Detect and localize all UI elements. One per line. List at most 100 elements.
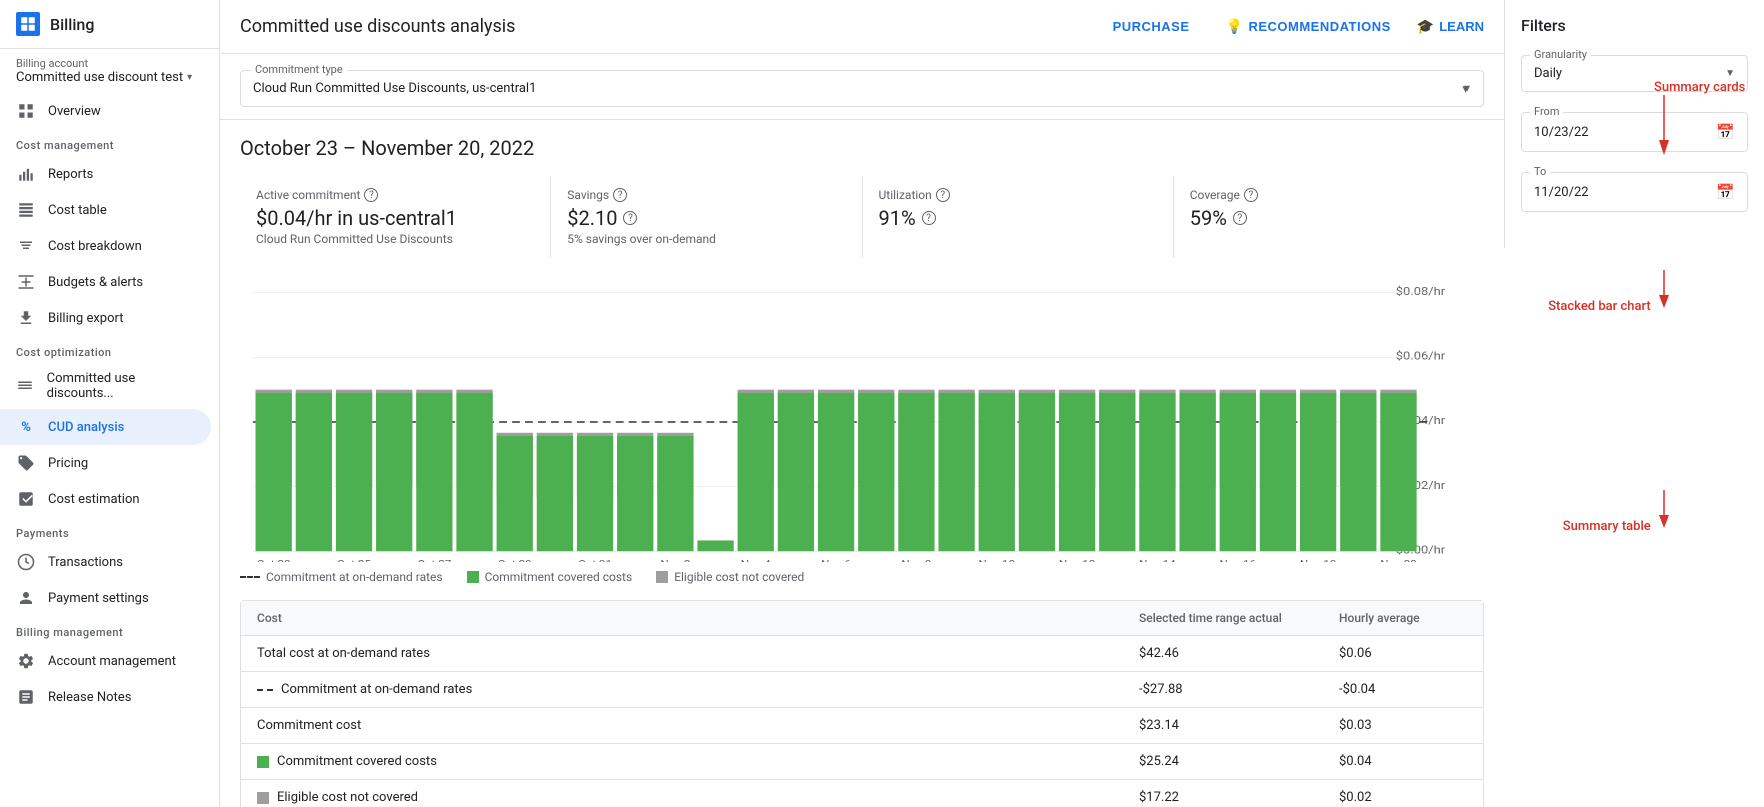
active-commitment-help-icon[interactable]: ? [364, 188, 378, 202]
savings-title: Savings ? [567, 188, 845, 202]
svg-text:$0.06/hr: $0.06/hr [1396, 350, 1445, 363]
row-0-actual: $42.46 [1123, 636, 1323, 671]
payments-label: Payments [0, 517, 219, 544]
to-label: To [1530, 165, 1550, 178]
billing-account-dropdown-icon: ▾ [187, 72, 192, 83]
sidebar-release-notes-label: Release Notes [48, 690, 131, 705]
purchase-button[interactable]: PURCHASE [1103, 13, 1200, 40]
utilization-title: Utilization ? [879, 188, 1157, 202]
coverage-title: Coverage ? [1190, 188, 1468, 202]
svg-text:Oct 31: Oct 31 [578, 558, 612, 562]
svg-text:Oct 23: Oct 23 [257, 558, 291, 562]
active-commitment-sub: Cloud Run Committed Use Discounts [256, 232, 534, 246]
sidebar-item-release-notes[interactable]: Release Notes [0, 679, 211, 715]
col-actual: Selected time range actual [1123, 601, 1323, 635]
committed-use-icon [16, 376, 35, 396]
filters-title: Filters [1521, 16, 1748, 35]
pricing-icon [16, 453, 36, 473]
row-4-hourly: $0.02 [1323, 780, 1483, 807]
legend-commitment-label: Commitment at on-demand rates [266, 570, 443, 584]
legend-green-label: Commitment covered costs [485, 570, 633, 584]
utilization-value-help-icon[interactable]: ? [922, 211, 936, 225]
active-commitment-card: Active commitment ? $0.04/hr in us-centr… [240, 176, 551, 258]
granularity-value: Daily [1534, 66, 1562, 81]
legend-gray-icon [656, 571, 668, 583]
table-row: Commitment cost $23.14 $0.03 [241, 708, 1483, 744]
sidebar-overview-label: Overview [48, 104, 101, 119]
sidebar-budgets-label: Budgets & alerts [48, 275, 143, 290]
svg-text:Nov 16: Nov 16 [1220, 558, 1257, 562]
coverage-help-icon[interactable]: ? [1244, 188, 1258, 202]
sidebar-item-pricing[interactable]: Pricing [0, 445, 211, 481]
row-2-hourly: $0.03 [1323, 708, 1483, 743]
savings-help-icon[interactable]: ? [613, 188, 627, 202]
recommendations-button[interactable]: 💡 RECOMMENDATIONS [1216, 12, 1401, 41]
sidebar: Billing Billing account Committed use di… [0, 0, 220, 807]
sidebar-item-committed-use[interactable]: Committed use discounts... [0, 363, 211, 409]
sidebar-item-cost-breakdown[interactable]: Cost breakdown [0, 228, 211, 264]
from-calendar-icon[interactable]: 📅 [1716, 123, 1735, 141]
table-row: Commitment covered costs $25.24 $0.04 [241, 744, 1483, 780]
to-calendar-icon[interactable]: 📅 [1716, 183, 1735, 201]
reports-icon [16, 164, 36, 184]
sidebar-item-cost-estimation[interactable]: Cost estimation [0, 481, 211, 517]
sidebar-item-billing-export[interactable]: Billing export [0, 300, 211, 336]
recommendations-icon: 💡 [1226, 18, 1244, 35]
commitment-type-value: Cloud Run Committed Use Discounts, us-ce… [253, 81, 536, 96]
sidebar-cud-label: CUD analysis [48, 420, 124, 435]
row-dashed-icon [257, 689, 273, 691]
svg-text:Oct 27: Oct 27 [417, 558, 451, 562]
row-3-actual: $25.24 [1123, 744, 1323, 779]
content-area: Commitment type Cloud Run Committed Use … [220, 54, 1504, 807]
billing-account-name[interactable]: Committed use discount test ▾ [16, 70, 203, 85]
sidebar-item-budgets[interactable]: Budgets & alerts [0, 264, 211, 300]
sidebar-item-cud-analysis[interactable]: % CUD analysis [0, 409, 211, 445]
savings-value-help-icon[interactable]: ? [623, 211, 637, 225]
app-header: Billing [0, 0, 219, 49]
page-header: Committed use discounts analysis PURCHAS… [220, 0, 1504, 54]
chart-container: $0.08/hr $0.06/hr $0.04/hr $0.02/hr $0.0… [240, 282, 1484, 562]
billing-mgmt-label: Billing management [0, 616, 219, 643]
sidebar-item-account-management[interactable]: Account management [0, 643, 211, 679]
cost-breakdown-icon [16, 236, 36, 256]
utilization-help-icon[interactable]: ? [936, 188, 950, 202]
col-cost: Cost [241, 601, 1123, 635]
cost-estimation-icon [16, 489, 36, 509]
col-hourly: Hourly average [1323, 601, 1483, 635]
sidebar-committed-use-label: Committed use discounts... [47, 371, 195, 401]
savings-value: $2.10 ? [567, 206, 845, 230]
sidebar-item-payment-settings[interactable]: Payment settings [0, 580, 211, 616]
table-row: Commitment at on-demand rates -$27.88 -$… [241, 672, 1483, 708]
table-row: Eligible cost not covered $17.22 $0.02 [241, 780, 1483, 807]
svg-text:Nov 14: Nov 14 [1139, 558, 1176, 562]
row-gray-icon [257, 792, 269, 804]
learn-button[interactable]: 🎓 LEARN [1417, 18, 1484, 35]
row-3-label: Commitment covered costs [241, 744, 1123, 779]
sidebar-transactions-label: Transactions [48, 555, 123, 570]
sidebar-reports-label: Reports [48, 167, 93, 182]
sidebar-item-cost-table[interactable]: Cost table [0, 192, 211, 228]
utilization-card: Utilization ? 91% ? [863, 176, 1174, 258]
filters-panel: Filters Granularity Daily ▼ From 10/23/2… [1504, 0, 1764, 248]
commitment-dropdown-icon: ▼ [1460, 82, 1471, 95]
sidebar-item-overview[interactable]: Overview [0, 93, 211, 129]
legend-green-icon [467, 571, 479, 583]
row-4-label: Eligible cost not covered [241, 780, 1123, 807]
main-content: Committed use discounts analysis PURCHAS… [220, 0, 1504, 807]
coverage-value-help-icon[interactable]: ? [1233, 211, 1247, 225]
row-1-label: Commitment at on-demand rates [241, 672, 1123, 707]
savings-sub: 5% savings over on-demand [567, 232, 845, 246]
chart-legend: Commitment at on-demand rates Commitment… [240, 570, 1484, 584]
bar-chart: $0.08/hr $0.06/hr $0.04/hr $0.02/hr $0.0… [240, 282, 1484, 562]
account-management-icon [16, 651, 36, 671]
active-commitment-title: Active commitment ? [256, 188, 534, 202]
transactions-icon [16, 552, 36, 572]
payment-settings-icon [16, 588, 36, 608]
legend-dashed-icon [240, 576, 260, 578]
summary-table-annotation-text: Summary table [1563, 519, 1651, 534]
sidebar-item-reports[interactable]: Reports [0, 156, 211, 192]
from-value: 10/23/22 [1534, 125, 1589, 140]
svg-text:Nov 10: Nov 10 [978, 558, 1015, 562]
sidebar-item-transactions[interactable]: Transactions [0, 544, 211, 580]
summary-cards: Active commitment ? $0.04/hr in us-centr… [220, 168, 1504, 274]
